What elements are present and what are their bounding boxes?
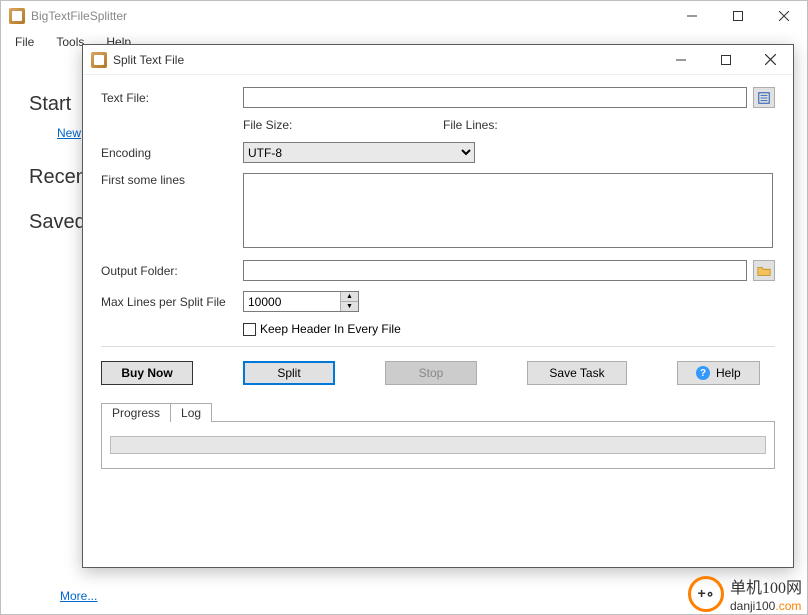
dialog-body: Text File: File Size: File Lines: Encodi… [83, 75, 793, 481]
link-new[interactable]: New [57, 126, 81, 140]
label-keep-header: Keep Header In Every File [260, 322, 401, 336]
split-dialog: Split Text File Text File: File Size: Fi… [82, 44, 794, 568]
file-open-icon [757, 91, 771, 105]
link-more[interactable]: More... [60, 589, 97, 603]
label-encoding: Encoding [101, 146, 243, 160]
label-output-folder: Output Folder: [101, 264, 243, 278]
main-titlebar: BigTextFileSplitter [1, 1, 807, 31]
watermark-url-a: danji100 [730, 599, 775, 613]
save-task-label: Save Task [549, 366, 604, 380]
buy-now-button[interactable]: Buy Now [101, 361, 193, 385]
app-title: BigTextFileSplitter [31, 9, 127, 23]
watermark-url: danji100.com [730, 598, 802, 613]
minimize-button[interactable] [669, 1, 715, 31]
label-file-lines: File Lines: [443, 118, 498, 132]
text-file-input[interactable] [243, 87, 747, 108]
tab-progress[interactable]: Progress [101, 403, 171, 422]
label-text-file: Text File: [101, 91, 243, 105]
output-folder-input[interactable] [243, 260, 747, 281]
watermark-logo-icon: +∘ [688, 576, 724, 612]
spinner-up-button[interactable]: ▲ [341, 292, 358, 302]
menu-file[interactable]: File [9, 33, 40, 51]
buy-now-label: Buy Now [121, 366, 172, 380]
stop-button[interactable]: Stop [385, 361, 477, 385]
spinner-down-button[interactable]: ▼ [341, 302, 358, 311]
dialog-maximize-button[interactable] [703, 45, 748, 75]
tab-content-progress [101, 421, 775, 469]
stop-label: Stop [419, 366, 444, 380]
save-task-button[interactable]: Save Task [527, 361, 627, 385]
split-label: Split [277, 366, 300, 380]
dialog-minimize-button[interactable] [658, 45, 703, 75]
dialog-close-button[interactable] [748, 45, 793, 75]
help-icon: ? [696, 366, 710, 380]
encoding-select[interactable]: UTF-8 [243, 142, 475, 163]
max-lines-input[interactable] [244, 292, 340, 311]
browse-text-file-button[interactable] [753, 87, 775, 108]
label-max-lines: Max Lines per Split File [101, 295, 243, 309]
help-label: Help [716, 366, 741, 380]
divider [101, 346, 775, 347]
max-lines-spinner[interactable]: ▲ ▼ [243, 291, 359, 312]
watermark-cn: 单机100网 [730, 574, 802, 598]
browse-output-folder-button[interactable] [753, 260, 775, 281]
dialog-title: Split Text File [113, 53, 184, 67]
app-icon [9, 8, 25, 24]
watermark: +∘ 单机100网 danji100.com [688, 574, 802, 613]
keep-header-checkbox[interactable] [243, 323, 256, 336]
watermark-text-block: 单机100网 danji100.com [730, 574, 802, 613]
tabs: Progress Log [101, 403, 775, 469]
tab-log[interactable]: Log [170, 403, 212, 422]
help-button[interactable]: ? Help [677, 361, 760, 385]
folder-open-icon [757, 264, 771, 278]
split-button[interactable]: Split [243, 361, 335, 385]
dialog-window-controls [658, 45, 793, 75]
label-file-size: File Size: [243, 118, 443, 132]
main-window-controls [669, 1, 807, 31]
close-button[interactable] [761, 1, 807, 31]
label-first-lines: First some lines [101, 173, 243, 187]
first-lines-textarea[interactable] [243, 173, 773, 248]
dialog-titlebar[interactable]: Split Text File [83, 45, 793, 75]
progress-bar [110, 436, 766, 454]
dialog-icon [91, 52, 107, 68]
watermark-url-b: .com [775, 599, 801, 613]
maximize-button[interactable] [715, 1, 761, 31]
